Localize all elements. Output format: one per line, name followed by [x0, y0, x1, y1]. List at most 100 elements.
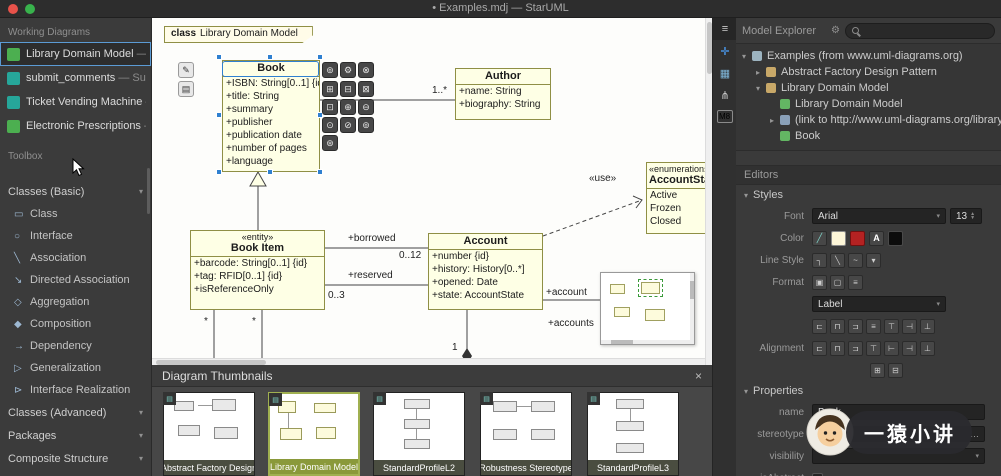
search-box[interactable]: [845, 22, 995, 39]
quick-edit-button[interactable]: ⊠: [358, 81, 374, 97]
distribute-button[interactable]: ⊟: [888, 362, 903, 378]
chevron-down-icon[interactable]: ▾: [742, 52, 752, 61]
toolbox-item[interactable]: ╲ Association: [0, 247, 151, 269]
canvas-vertical-scrollbar[interactable]: [705, 18, 712, 365]
sidebar-scrollbar[interactable]: [147, 168, 150, 214]
thumbnails-panel-icon[interactable]: ▦: [713, 62, 737, 84]
format-button[interactable]: ▢: [830, 274, 845, 290]
tree-item-abstract-factory[interactable]: ▸ Abstract Factory Design Pattern: [736, 64, 1001, 80]
preview-vertical-scrollbar[interactable]: [690, 273, 694, 344]
align-button[interactable]: ⊏: [812, 318, 827, 334]
selection-handle[interactable]: [216, 54, 222, 60]
class-attribute[interactable]: +summary: [223, 103, 319, 116]
format-button[interactable]: ≡: [848, 274, 863, 290]
quick-edit-button[interactable]: ⊘: [340, 117, 356, 133]
line-style-button[interactable]: ┐: [812, 252, 827, 268]
gear-icon[interactable]: ⚙: [831, 25, 840, 36]
align-button[interactable]: ≡: [866, 318, 881, 334]
quick-edit-button[interactable]: ✎: [178, 62, 194, 78]
role-label-account[interactable]: +account: [546, 287, 587, 298]
tree-item-examples[interactable]: ▾ Examples (from www.uml-diagrams.org): [736, 48, 1001, 64]
toolbox-item[interactable]: ↘ Directed Association: [0, 269, 151, 291]
is-abstract-checkbox[interactable]: [812, 472, 823, 476]
properties-group-header[interactable]: ▾ Properties: [736, 381, 1001, 401]
working-diagram-ticket-vending-machine[interactable]: Ticket Vending Machine — T...: [0, 90, 151, 114]
tree-item-link[interactable]: ▸ (link to http://www.uml-diagrams.org/l…: [736, 112, 1001, 128]
align-button[interactable]: ⊓: [830, 318, 845, 334]
chevron-down-icon[interactable]: ▾: [756, 84, 766, 93]
class-attribute[interactable]: +biography: String: [456, 98, 550, 111]
class-attribute[interactable]: +state: AccountState: [429, 289, 542, 302]
align-button[interactable]: ⊣: [902, 318, 917, 334]
chevron-right-icon[interactable]: ▸: [756, 68, 766, 77]
quick-edit-button[interactable]: ⚙: [340, 62, 356, 78]
align-button[interactable]: ⊤: [884, 318, 899, 334]
selection-handle[interactable]: [267, 169, 273, 175]
canvas-horizontal-scrollbar[interactable]: [152, 358, 705, 365]
class-attribute[interactable]: +publisher: [223, 116, 319, 129]
toolbox-item[interactable]: ▷ Generalization: [0, 357, 151, 379]
styles-group-header[interactable]: ▾ Styles: [736, 185, 1001, 205]
working-diagram-library-domain-model[interactable]: Library Domain Model — Lib...: [0, 42, 151, 66]
class-attribute[interactable]: +number {id}: [429, 250, 542, 263]
thumbnail-standardprofilel3[interactable]: ▤ StandardProfileL3: [587, 392, 679, 476]
align-button[interactable]: ⊥: [920, 318, 935, 334]
quick-edit-button[interactable]: ⊙: [322, 117, 338, 133]
thumbnail-robustness-stereotypes[interactable]: ▤ Robustness Stereotype: [480, 392, 572, 476]
class-author[interactable]: Author +name: String +biography: String: [455, 68, 551, 120]
diagram-preview-popup[interactable]: [600, 272, 695, 345]
line-style-button[interactable]: ~: [848, 252, 863, 268]
stereotype-display-dropdown[interactable]: Label ▾: [812, 296, 946, 312]
multiplicity-label[interactable]: *: [252, 316, 256, 327]
quick-edit-button[interactable]: ⊛: [322, 135, 338, 151]
class-attribute[interactable]: +history: History[0..*]: [429, 263, 542, 276]
selection-handle[interactable]: [317, 54, 323, 60]
quick-edit-button[interactable]: ⊞: [322, 81, 338, 97]
toolbox-item[interactable]: ⊳ Interface Realization: [0, 379, 151, 401]
distribute-button[interactable]: ⊞: [870, 362, 885, 378]
enum-literal[interactable]: Closed: [647, 215, 711, 228]
selection-handle[interactable]: [317, 169, 323, 175]
line-style-button[interactable]: ╲: [830, 252, 845, 268]
working-diagram-electronic-prescriptions[interactable]: Electronic Prescriptions — E...: [0, 114, 151, 138]
font-family-dropdown[interactable]: Arial ▾: [812, 208, 946, 224]
class-attribute[interactable]: +language: [223, 155, 319, 168]
quick-edit-button[interactable]: ⊚: [358, 117, 374, 133]
align-button[interactable]: ⊏: [812, 340, 827, 356]
working-diagram-submit-comments[interactable]: submit_comments — Subm...: [0, 66, 151, 90]
class-attribute[interactable]: +number of pages: [223, 142, 319, 155]
align-button[interactable]: ⊓: [830, 340, 845, 356]
selection-handle[interactable]: [267, 54, 273, 60]
toolbox-item[interactable]: ▭ Class: [0, 203, 151, 225]
align-button[interactable]: ⊤: [866, 340, 881, 356]
tree-item-library-domain-model-diagram[interactable]: Library Domain Model: [736, 96, 1001, 112]
class-attribute[interactable]: +barcode: String[0..1] {id}: [191, 257, 324, 270]
multiplicity-label[interactable]: 1: [452, 342, 458, 353]
quick-edit-button[interactable]: ⊖: [358, 99, 374, 115]
tree-item-library-domain-model[interactable]: ▾ Library Domain Model: [736, 80, 1001, 96]
font-size-stepper[interactable]: 13 ▲ ▼: [950, 208, 982, 224]
multiplicity-label[interactable]: 1..*: [432, 85, 447, 96]
diagram-frame-tab[interactable]: class Library Domain Model: [164, 26, 313, 43]
enumeration-account-state[interactable]: «enumeration» AccountSta Active Frozen Clo…: [646, 162, 712, 234]
close-icon[interactable]: ×: [695, 369, 702, 383]
black-color-swatch[interactable]: [888, 230, 903, 246]
role-label-borrowed[interactable]: +borrowed: [348, 233, 396, 244]
class-account[interactable]: Account +number {id} +history: History[0.…: [428, 233, 543, 310]
multiplicity-label[interactable]: 0..12: [399, 250, 421, 261]
diagram-canvas[interactable]: class Library Domain Model Book +ISBN: St…: [152, 18, 712, 365]
quick-edit-button[interactable]: ⊗: [358, 62, 374, 78]
class-attribute[interactable]: +publication date: [223, 129, 319, 142]
thumbnail-library-domain-model[interactable]: ▤ Library Domain Model: [268, 392, 360, 476]
class-attribute[interactable]: +name: String: [456, 85, 550, 98]
class-attribute[interactable]: +title: String: [223, 90, 319, 103]
class-attribute[interactable]: +ISBN: String[0..1] {id}: [223, 77, 319, 90]
align-button[interactable]: ⊢: [884, 340, 899, 356]
m8-extension-icon[interactable]: M8: [716, 110, 733, 123]
menu-icon[interactable]: ≡: [713, 18, 737, 40]
tree-item-book[interactable]: Book: [736, 128, 1001, 144]
stepper-arrows-icon[interactable]: ▲ ▼: [970, 212, 975, 221]
preview-horizontal-scrollbar[interactable]: [601, 340, 694, 344]
toolbox-section-classes-advanced[interactable]: Classes (Advanced) ▾: [0, 401, 151, 424]
align-button[interactable]: ⊐: [848, 318, 863, 334]
